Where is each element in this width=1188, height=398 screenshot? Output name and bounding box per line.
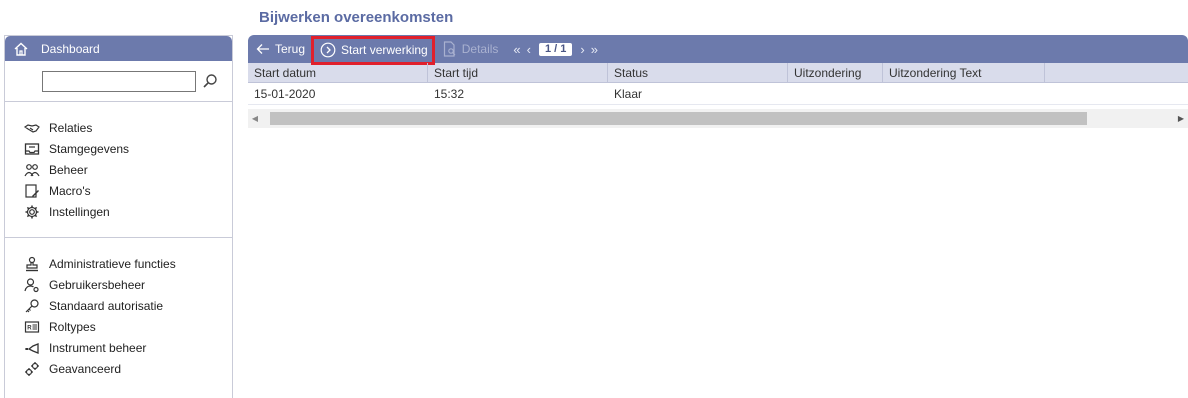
instrument-icon xyxy=(24,340,40,356)
table-cell xyxy=(1045,83,1188,104)
id-card-icon: R xyxy=(24,319,40,335)
back-button-label: Terug xyxy=(275,42,306,56)
macro-edit-icon xyxy=(24,183,40,199)
table-row[interactable]: 15-01-2020 15:32 Klaar xyxy=(248,83,1188,105)
sidebar-item-label: Macro's xyxy=(49,183,91,198)
search-icon[interactable] xyxy=(199,71,221,91)
search-input[interactable] xyxy=(42,70,196,92)
sidebar-item-label: Gebruikersbeheer xyxy=(49,277,146,292)
scroll-right-icon[interactable]: ▶ xyxy=(1174,114,1188,123)
sidebar-item-label: Instellingen xyxy=(49,204,110,219)
sidebar-menu-main: Relaties Stamgegevens Beheer Macro's Ins… xyxy=(5,117,232,222)
back-button[interactable]: Terug xyxy=(256,38,305,60)
tray-icon xyxy=(24,141,40,157)
sidebar-search xyxy=(5,61,232,101)
column-header-uitzondering-text[interactable]: Uitzondering Text xyxy=(883,63,1045,82)
sidebar-item-label: Standaard autorisatie xyxy=(49,298,164,313)
sidebar-header-label: Dashboard xyxy=(41,41,100,56)
pager: « ‹ 1 / 1 › » xyxy=(510,42,601,57)
details-button[interactable]: Details xyxy=(443,38,499,60)
sidebar-item-beheer[interactable]: Beheer xyxy=(24,159,232,180)
sidebar-item-geavanceerd[interactable]: Geavanceerd xyxy=(24,358,232,379)
home-icon xyxy=(13,41,29,57)
svg-text:R: R xyxy=(27,325,32,331)
sidebar-item-roltypes[interactable]: R Roltypes xyxy=(24,316,232,337)
sidebar-item-standaard-autorisatie[interactable]: Standaard autorisatie xyxy=(24,295,232,316)
document-search-icon xyxy=(443,41,457,57)
sidebar-item-label: Administratieve functies xyxy=(49,256,176,271)
sidebar-item-relaties[interactable]: Relaties xyxy=(24,117,232,138)
horizontal-scrollbar[interactable]: ◀ ▶ xyxy=(248,109,1188,128)
sidebar-item-instrument-beheer[interactable]: Instrument beheer xyxy=(24,337,232,358)
grid-panel: Terug Start verwerking Details « ‹ 1 / 1… xyxy=(248,35,1188,128)
column-header-start-datum[interactable]: Start datum xyxy=(248,63,428,82)
sidebar-item-label: Roltypes xyxy=(49,319,96,334)
sidebar-item-macros[interactable]: Macro's xyxy=(24,180,232,201)
sidebar-item-instellingen[interactable]: Instellingen xyxy=(24,201,232,222)
last-page-icon[interactable]: » xyxy=(591,42,598,57)
table-cell: Klaar xyxy=(614,87,643,101)
toolbar: Terug Start verwerking Details « ‹ 1 / 1… xyxy=(248,35,1188,65)
sidebar-divider xyxy=(5,237,232,238)
next-page-icon[interactable]: › xyxy=(580,42,584,57)
user-settings-icon xyxy=(24,277,40,293)
table-header: Start datum Start tijd Status Uitzonderi… xyxy=(248,63,1188,83)
sidebar-item-gebruikersbeheer[interactable]: Gebruikersbeheer xyxy=(24,274,232,295)
page-indicator: 1 / 1 xyxy=(539,42,573,56)
key-icon xyxy=(24,298,40,314)
sidebar-menu-admin: Administratieve functies Gebruikersbehee… xyxy=(5,253,232,379)
sidebar: Dashboard Relaties Stamgegevens Beheer M… xyxy=(4,35,233,398)
page-title: Bijwerken overeenkomsten xyxy=(259,9,454,26)
table-cell xyxy=(788,83,883,104)
previous-page-icon[interactable]: ‹ xyxy=(527,42,531,57)
sidebar-dashboard-link[interactable]: Dashboard xyxy=(5,36,232,61)
table-cell xyxy=(883,83,1045,104)
sidebar-item-stamgegevens[interactable]: Stamgegevens xyxy=(24,138,232,159)
sidebar-item-label: Stamgegevens xyxy=(49,141,130,156)
gear-icon xyxy=(24,204,40,220)
handshake-icon xyxy=(24,120,40,136)
start-verwerking-button[interactable]: Start verwerking xyxy=(311,35,435,65)
table-cell: 15:32 xyxy=(434,87,465,101)
scroll-left-icon[interactable]: ◀ xyxy=(248,114,262,123)
column-header-filler xyxy=(1045,63,1188,82)
sidebar-item-label: Relaties xyxy=(49,120,93,135)
column-header-uitzondering[interactable]: Uitzondering xyxy=(788,63,883,82)
play-circle-icon xyxy=(320,42,336,58)
stamp-icon xyxy=(24,256,40,272)
arrow-left-icon xyxy=(256,43,270,55)
column-header-status[interactable]: Status xyxy=(608,63,788,82)
sidebar-item-label: Geavanceerd xyxy=(49,361,122,376)
table-cell: 15-01-2020 xyxy=(254,87,316,101)
first-page-icon[interactable]: « xyxy=(513,42,520,57)
sidebar-item-administratieve-functies[interactable]: Administratieve functies xyxy=(24,253,232,274)
sidebar-item-label: Beheer xyxy=(49,162,88,177)
people-icon xyxy=(24,162,40,178)
details-button-label: Details xyxy=(461,42,499,56)
gears-icon xyxy=(24,361,40,377)
start-verwerking-label: Start verwerking xyxy=(341,43,428,57)
scrollbar-thumb[interactable] xyxy=(270,112,1087,125)
column-header-start-tijd[interactable]: Start tijd xyxy=(428,63,608,82)
sidebar-divider xyxy=(5,101,232,102)
sidebar-item-label: Instrument beheer xyxy=(49,340,147,355)
